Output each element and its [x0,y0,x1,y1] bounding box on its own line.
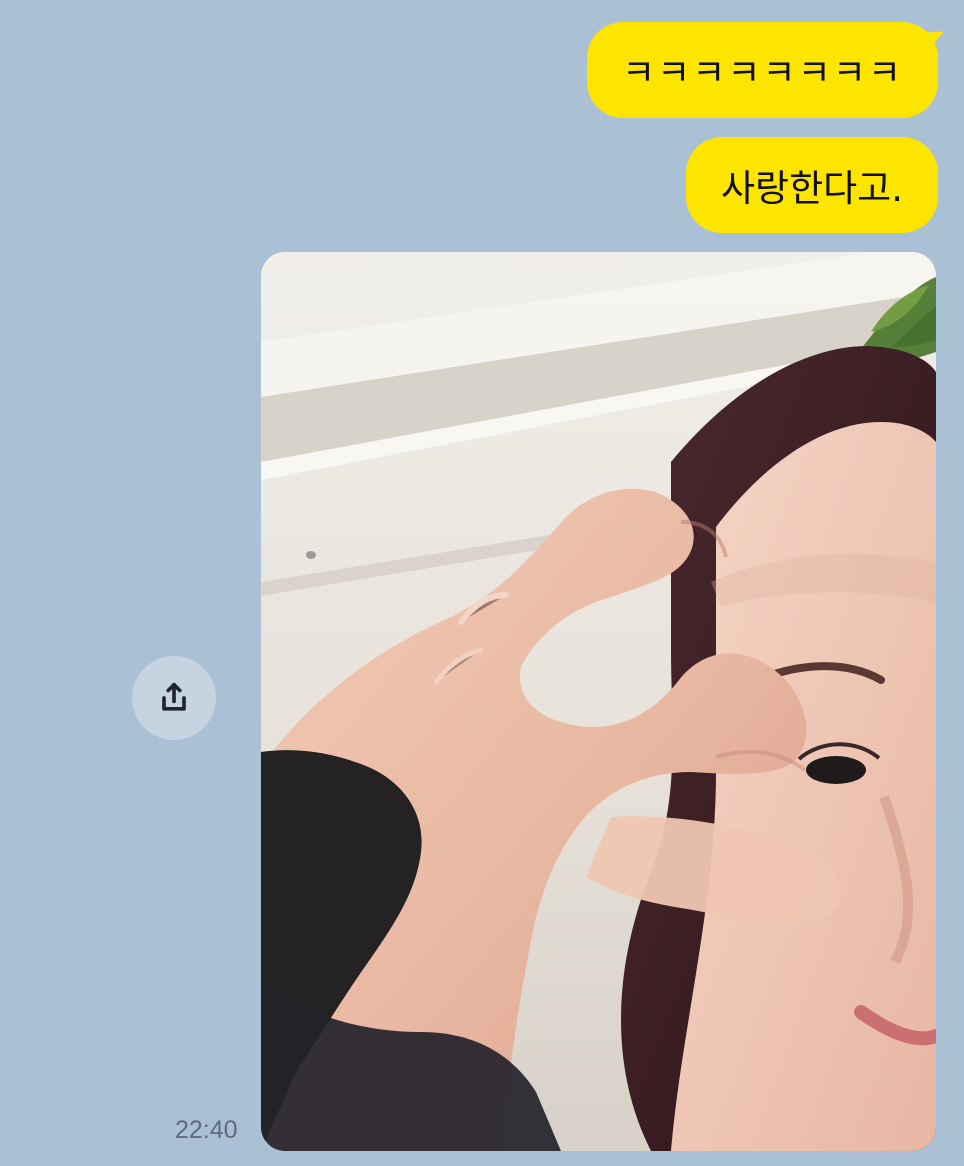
message-text: 사랑한다고. [721,167,903,210]
photo-message[interactable] [261,252,936,1151]
message-bubble-second[interactable]: 사랑한다고. [686,137,938,233]
message-text: ㅋㅋㅋㅋㅋㅋㅋㅋ [622,53,903,94]
message-bubble-first[interactable]: ㅋㅋㅋㅋㅋㅋㅋㅋ [587,22,938,118]
photo-illustration [261,252,936,1151]
share-button[interactable] [132,656,216,740]
share-icon [162,682,186,711]
message-timestamp: 22:40 [175,1116,238,1144]
chat-area[interactable]: ㅋㅋㅋㅋㅋㅋㅋㅋ 사랑한다고. 22:40 [0,0,964,1166]
